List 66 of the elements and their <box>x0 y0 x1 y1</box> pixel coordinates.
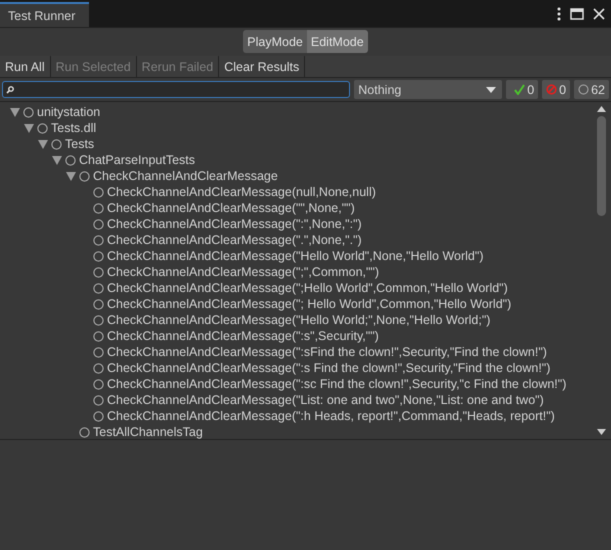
status-circle-icon <box>93 282 104 294</box>
status-circle-icon <box>93 362 104 374</box>
test-tree-item[interactable]: CheckChannelAndClearMessage(":",None,":") <box>107 217 362 231</box>
search-field[interactable] <box>2 81 350 98</box>
circle-icon <box>578 84 590 95</box>
expanded-arrow-icon[interactable] <box>24 124 34 132</box>
scroll-up-icon <box>597 106 606 112</box>
status-circle-icon <box>93 410 104 422</box>
test-tree-item[interactable]: CheckChannelAndClearMessage("List: one and two",None,"List: one and two") <box>107 393 544 407</box>
status-circle-icon <box>93 218 104 230</box>
status-circle-icon <box>93 394 104 406</box>
search-icon <box>6 86 14 94</box>
close-icon <box>593 8 605 20</box>
more-options-icon <box>557 6 561 20</box>
status-circle-icon <box>93 202 104 214</box>
status-circle-icon <box>65 154 76 166</box>
mode-tab[interactable]: PlayMode <box>243 30 307 53</box>
check-icon <box>514 84 526 95</box>
test-tree-item[interactable]: CheckChannelAndClearMessage(";",Common,"") <box>107 265 380 279</box>
test-tree-item[interactable]: CheckChannelAndClearMessage("",None,"") <box>107 201 355 215</box>
status-circle-icon <box>37 122 48 134</box>
test-tree-item[interactable]: CheckChannelAndClearMessage(":sc Find the clown!",Security,"c Find the clown!") <box>107 377 566 391</box>
blocked-icon <box>546 84 558 95</box>
test-tree-item[interactable]: CheckChannelAndClearMessage(":h Heads, report!",Command,"Heads, report!") <box>107 409 555 423</box>
mode-tab[interactable]: EditMode <box>306 30 368 53</box>
scroll-down-icon <box>597 429 606 435</box>
window-tab[interactable]: Test Runner <box>0 2 90 27</box>
status-circle-icon <box>93 330 104 342</box>
test-tree-item[interactable]: CheckChannelAndClearMessage(":s",Security,"") <box>107 329 379 343</box>
status-circle-icon <box>93 186 104 198</box>
filter-dropdown[interactable]: Nothing <box>354 80 502 99</box>
expanded-arrow-icon[interactable] <box>10 108 20 116</box>
dropdown-caret-icon <box>486 86 496 92</box>
test-tree-item[interactable]: CheckChannelAndClearMessage(";Hello World",Common,"Hello World") <box>107 281 508 295</box>
test-tree-item[interactable]: Tests.dll <box>51 121 96 135</box>
test-tree-item[interactable]: ChatParseInputTests <box>79 153 196 167</box>
status-circle-icon <box>79 426 90 438</box>
not-run-counter[interactable]: 62 <box>574 80 609 99</box>
status-circle-icon <box>93 314 104 326</box>
test-tree-item[interactable]: Tests <box>65 137 94 151</box>
test-tree-item[interactable]: CheckChannelAndClearMessage("Hello World;",None,"Hello World;") <box>107 313 490 327</box>
test-tree-item[interactable]: CheckChannelAndClearMessage(null,None,null) <box>107 185 376 199</box>
expanded-arrow-icon[interactable] <box>66 172 76 180</box>
status-circle-icon <box>93 346 104 358</box>
passed-counter[interactable]: 0 <box>506 80 538 99</box>
status-circle-icon <box>51 138 62 150</box>
failed-counter[interactable]: 0 <box>542 80 570 99</box>
test-tree-item[interactable]: CheckChannelAndClearMessage(":sFind the clown!",Security,"Find the clown!") <box>107 345 547 359</box>
test-tree-item[interactable]: CheckChannelAndClearMessage <box>93 169 278 183</box>
test-tree-item[interactable]: CheckChannelAndClearMessage("; Hello World",Common,"Hello World") <box>107 297 512 311</box>
test-tree-item[interactable]: CheckChannelAndClearMessage("Hello World",None,"Hello World") <box>107 249 484 263</box>
maximize-icon <box>570 8 584 20</box>
status-circle-icon <box>23 106 34 118</box>
scrollbar-thumb[interactable] <box>597 116 606 216</box>
test-tree-item[interactable]: TestAllChannelsTag <box>93 425 203 439</box>
expanded-arrow-icon[interactable] <box>38 140 48 148</box>
status-circle-icon <box>93 234 104 246</box>
status-circle-icon <box>93 298 104 310</box>
status-circle-icon <box>79 170 90 182</box>
test-tree-item[interactable]: unitystation <box>37 105 100 119</box>
test-tree-item[interactable]: CheckChannelAndClearMessage(".",None,".") <box>107 233 362 247</box>
status-circle-icon <box>93 378 104 390</box>
test-tree-item[interactable]: CheckChannelAndClearMessage(":s Find the clown!",Security,"Find the clown!") <box>107 361 550 375</box>
status-circle-icon <box>93 266 104 278</box>
status-circle-icon <box>93 250 104 262</box>
expanded-arrow-icon[interactable] <box>52 156 62 164</box>
